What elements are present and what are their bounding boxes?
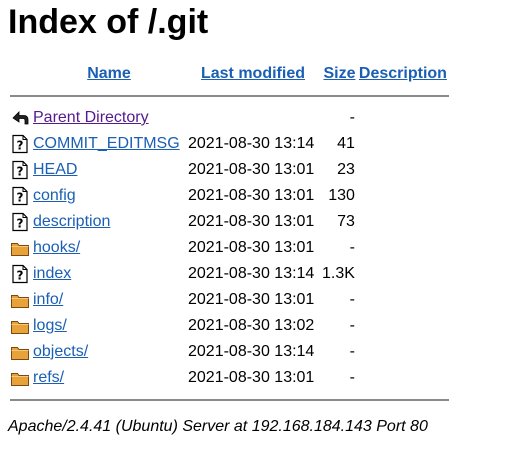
folder-icon <box>10 316 30 336</box>
entry-size: - <box>349 317 355 334</box>
entry-size: 1.3K <box>322 265 355 282</box>
entry-name-link[interactable]: info/ <box>33 291 63 308</box>
table-row: logs/2021-08-30 13:02 - <box>10 313 449 339</box>
table-row: ? config 2021-08-30 13:01 130 <box>10 183 449 209</box>
svg-text:?: ? <box>17 139 24 153</box>
back-arrow-icon <box>10 108 30 128</box>
column-header-name: Name <box>32 61 186 87</box>
entry-name-link[interactable]: description <box>33 213 110 230</box>
entries-body: Parent Directory -? COMMIT_EDITMSG 2021-08-… <box>10 105 449 391</box>
entry-description <box>359 209 449 235</box>
folder-icon <box>10 368 30 388</box>
entry-last-modified: 2021-08-30 13:14 <box>188 343 315 360</box>
unknown-file-icon: ? <box>10 134 30 154</box>
entry-name-link[interactable]: logs/ <box>33 317 67 334</box>
svg-text:?: ? <box>17 217 24 231</box>
header-divider <box>10 87 449 105</box>
table-row: ? COMMIT_EDITMSG 2021-08-30 13:14 41 <box>10 131 449 157</box>
column-header-description: Description <box>359 61 449 87</box>
footer-rule <box>10 399 449 401</box>
table-row: hooks/2021-08-30 13:01 - <box>10 235 449 261</box>
entry-description <box>359 365 449 391</box>
table-row: Parent Directory - <box>10 105 449 131</box>
entry-description <box>359 183 449 209</box>
entry-last-modified: 2021-08-30 13:01 <box>188 161 315 178</box>
entry-name-link[interactable]: hooks/ <box>33 239 80 256</box>
directory-listing-table: Name Last modified Size Description Pare… <box>10 61 449 409</box>
sort-by-name-link[interactable]: Name <box>87 65 131 82</box>
entry-size: 73 <box>337 213 355 230</box>
entry-last-modified: 2021-08-30 13:02 <box>188 317 315 334</box>
page-title: Index of /.git <box>8 3 209 41</box>
entry-last-modified <box>186 105 320 131</box>
entry-last-modified: 2021-08-30 13:01 <box>188 291 315 308</box>
server-signature: Apache/2.4.41 (Ubuntu) Server at 192.168… <box>8 418 428 435</box>
entry-description <box>359 131 449 157</box>
table-row: ? description 2021-08-30 13:01 73 <box>10 209 449 235</box>
table-row: refs/2021-08-30 13:01 - <box>10 365 449 391</box>
unknown-file-icon: ? <box>10 160 30 180</box>
svg-text:?: ? <box>17 165 24 179</box>
entry-name-link[interactable]: COMMIT_EDITMSG <box>33 135 180 152</box>
svg-text:?: ? <box>17 191 24 205</box>
entry-description <box>359 235 449 261</box>
footer-divider <box>10 391 449 409</box>
entry-last-modified: 2021-08-30 13:01 <box>188 213 315 230</box>
entry-last-modified: 2021-08-30 13:01 <box>188 187 315 204</box>
column-header-last-modified: Last modified <box>186 61 320 87</box>
entry-name-link[interactable]: objects/ <box>33 343 88 360</box>
entry-size: - <box>349 239 355 256</box>
header-rule <box>10 95 449 97</box>
unknown-file-icon: ? <box>10 264 30 284</box>
entry-size: - <box>349 343 355 360</box>
svg-text:?: ? <box>17 269 24 283</box>
unknown-file-icon: ? <box>10 186 30 206</box>
header-row: Name Last modified Size Description <box>10 61 449 87</box>
entry-last-modified: 2021-08-30 13:14 <box>188 135 315 152</box>
entry-description <box>359 339 449 365</box>
entry-size: 130 <box>328 187 355 204</box>
entry-name-link[interactable]: HEAD <box>33 161 77 178</box>
entry-size: 23 <box>337 161 355 178</box>
table-row: ? index 2021-08-30 13:14 1.3K <box>10 261 449 287</box>
entry-description <box>359 287 449 313</box>
header-icon-spacer <box>10 61 32 87</box>
sort-by-description-link[interactable]: Description <box>359 65 447 82</box>
entry-description <box>359 105 449 131</box>
entry-size: - <box>349 369 355 386</box>
table-row: objects/2021-08-30 13:14 - <box>10 339 449 365</box>
entry-name-link[interactable]: refs/ <box>33 369 64 386</box>
entry-last-modified: 2021-08-30 13:01 <box>188 369 315 386</box>
table-row: ? HEAD 2021-08-30 13:01 23 <box>10 157 449 183</box>
entry-size: - <box>349 109 355 126</box>
unknown-file-icon: ? <box>10 212 30 232</box>
column-header-size: Size <box>320 61 359 87</box>
entry-description <box>359 313 449 339</box>
entry-name-link[interactable]: index <box>33 265 71 282</box>
folder-icon <box>10 290 30 310</box>
folder-icon <box>10 238 30 258</box>
entry-description <box>359 157 449 183</box>
table-row: info/2021-08-30 13:01 - <box>10 287 449 313</box>
entry-name-link[interactable]: config <box>33 187 76 204</box>
entry-size: 41 <box>337 135 355 152</box>
entry-size: - <box>349 291 355 308</box>
folder-icon <box>10 342 30 362</box>
entry-last-modified: 2021-08-30 13:01 <box>188 239 315 256</box>
entry-last-modified: 2021-08-30 13:14 <box>188 265 315 282</box>
parent-directory-link[interactable]: Parent Directory <box>33 109 149 126</box>
sort-by-size-link[interactable]: Size <box>323 65 355 82</box>
entry-description <box>359 261 449 287</box>
sort-by-last-modified-link[interactable]: Last modified <box>201 65 305 82</box>
